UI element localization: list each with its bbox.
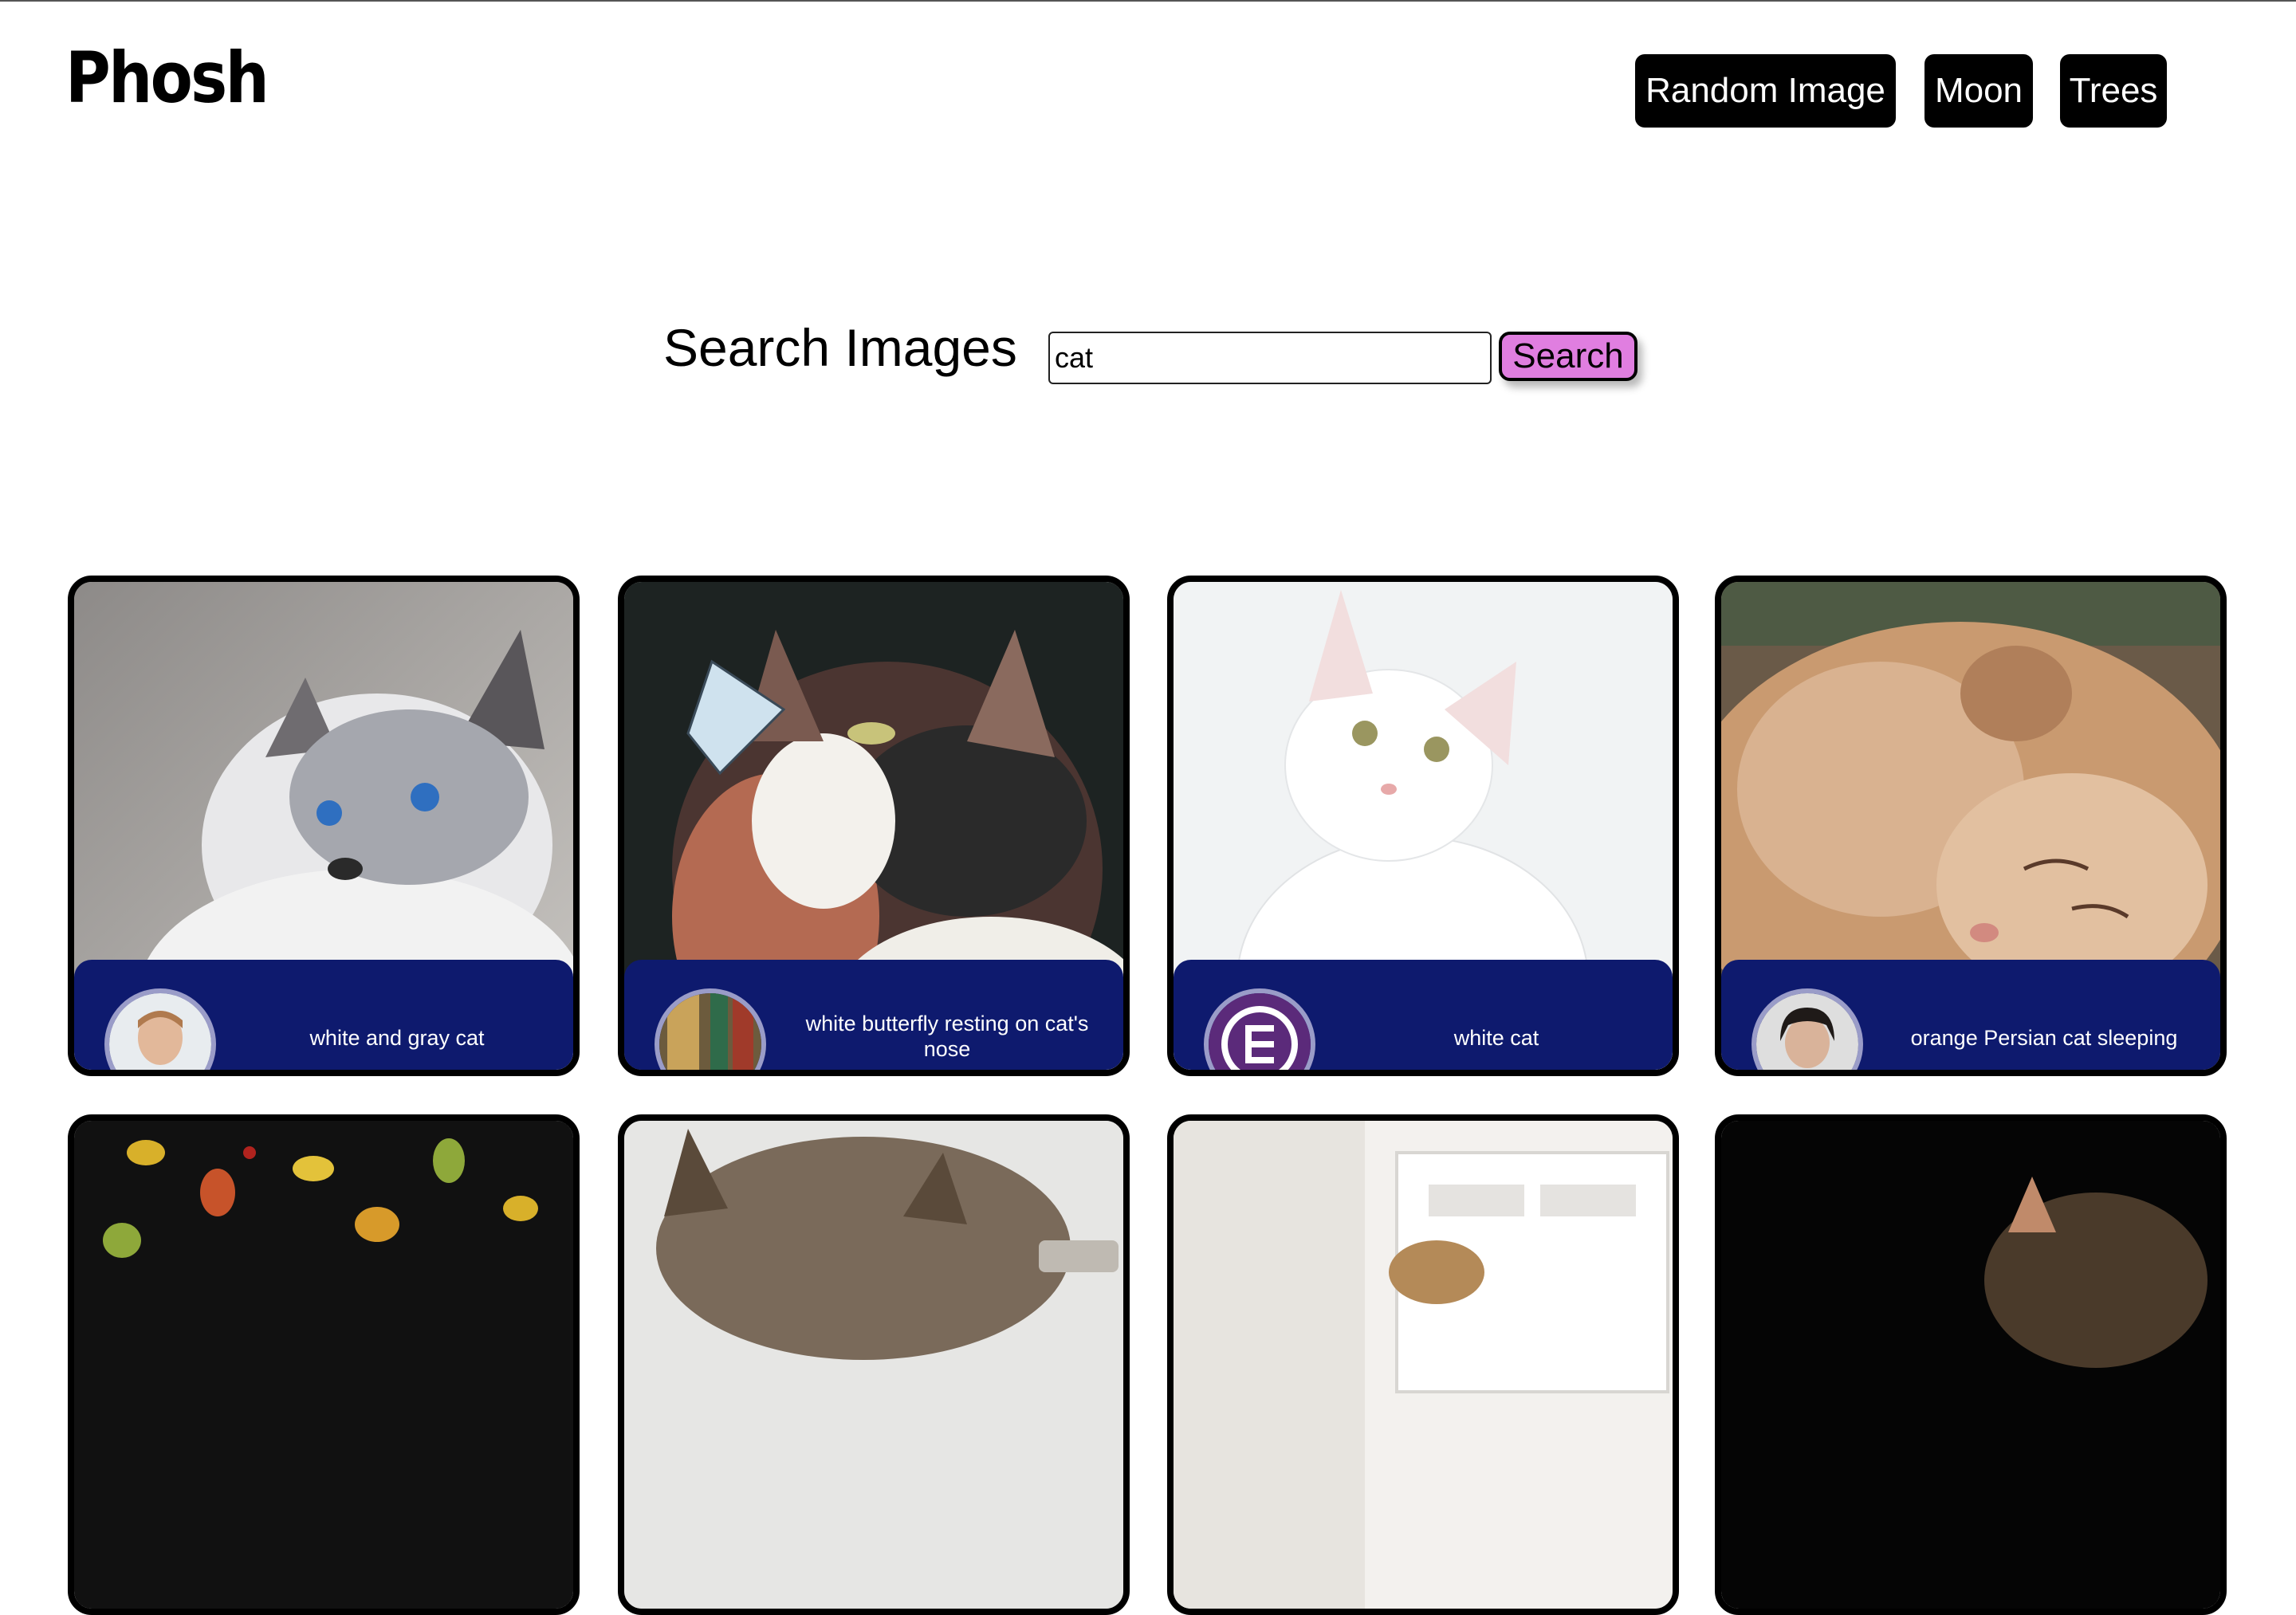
search-input[interactable]	[1048, 332, 1492, 384]
card-footer: white butterfly resting on cat's nose	[624, 960, 1123, 1070]
author-avatar[interactable]	[1751, 988, 1863, 1070]
image-card[interactable]	[1167, 1114, 1679, 1615]
image-card[interactable]	[1715, 1114, 2227, 1615]
logo[interactable]: Phosh	[65, 37, 269, 119]
card-footer: white and gray cat	[74, 960, 573, 1070]
photo-avatar-icon	[659, 993, 761, 1070]
cat-photo	[1721, 1121, 2220, 1609]
cat-photo	[624, 1121, 1123, 1609]
card-footer: orange Persian cat sleeping	[1721, 960, 2220, 1070]
random-image-button[interactable]: Random Image	[1635, 54, 1896, 128]
card-caption: white cat	[1453, 1026, 1539, 1050]
trees-button[interactable]: Trees	[2060, 54, 2167, 128]
image-card[interactable]: white cat	[1167, 576, 1679, 1076]
logo-avatar-icon	[1209, 993, 1311, 1070]
author-avatar[interactable]	[104, 988, 216, 1070]
card-caption: orange Persian cat sleeping	[1910, 1026, 2178, 1050]
person-avatar-icon	[1756, 993, 1858, 1070]
image-card[interactable]	[68, 1114, 580, 1615]
author-avatar[interactable]	[1204, 988, 1315, 1070]
search-button[interactable]: Search	[1499, 332, 1637, 381]
moon-button[interactable]: Moon	[1924, 54, 2033, 128]
card-footer: white cat	[1174, 960, 1673, 1070]
cat-photo	[1174, 1121, 1673, 1609]
image-card[interactable]: white butterfly resting on cat's nose	[618, 576, 1130, 1076]
image-card[interactable]: white and gray cat	[68, 576, 580, 1076]
card-caption: white and gray cat	[309, 1026, 485, 1050]
person-avatar-icon	[109, 993, 211, 1070]
image-card[interactable]: orange Persian cat sleeping	[1715, 576, 2227, 1076]
image-card[interactable]	[618, 1114, 1130, 1615]
author-avatar[interactable]	[655, 988, 766, 1070]
leaves-photo	[74, 1121, 573, 1609]
search-title: Search Images	[663, 318, 1017, 377]
card-caption: white butterfly resting on cat's nose	[805, 1012, 1089, 1061]
